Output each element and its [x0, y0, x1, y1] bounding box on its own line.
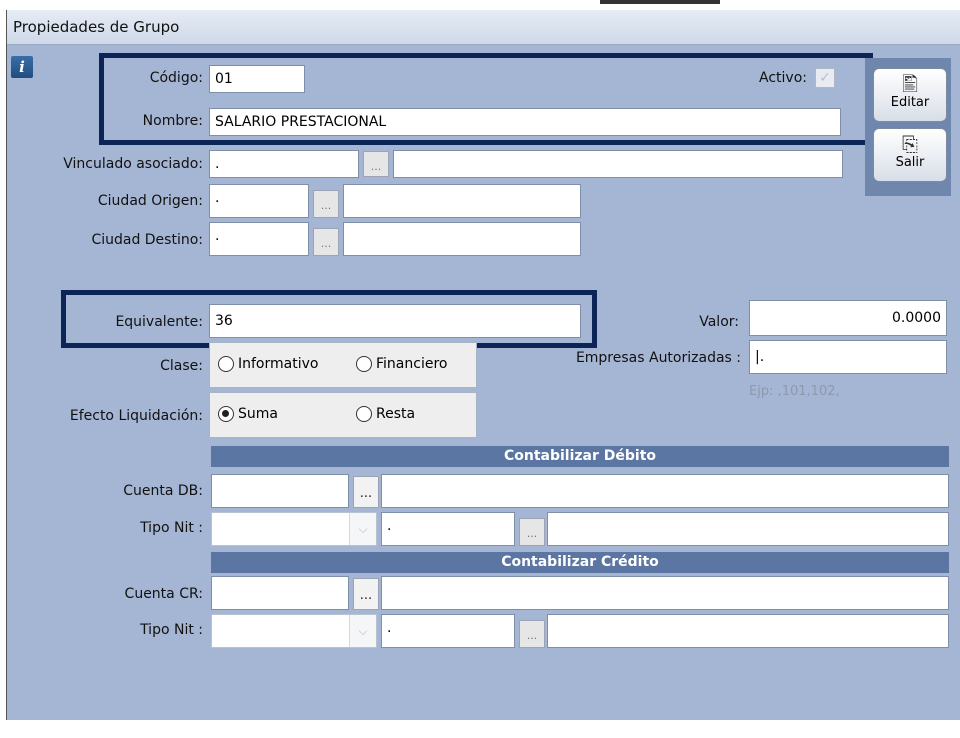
salir-button[interactable]: ⎘ Salir: [873, 128, 947, 182]
tipo-nit-cr-label: Tipo Nit :: [140, 622, 203, 638]
highlight-frame-top: [99, 53, 873, 145]
highlight-frame-equivalente: [61, 290, 597, 348]
chevron-down-icon[interactable]: ⌵: [349, 513, 376, 545]
radio-label: Informativo: [238, 356, 319, 372]
side-toolbar: 🖺 Editar ⎘ Salir: [865, 58, 951, 196]
efecto-suma-radio[interactable]: Suma: [218, 406, 278, 422]
editar-button[interactable]: 🖺 Editar: [873, 68, 947, 122]
cuenta-db-desc-field[interactable]: [381, 474, 949, 508]
efecto-radio-group: Suma Resta: [209, 392, 477, 438]
tipo-nit-db-desc-field[interactable]: [547, 512, 949, 546]
radio-circle-selected: [218, 406, 234, 422]
salir-label: Salir: [895, 155, 925, 170]
valor-label: Valor:: [699, 314, 739, 330]
credito-section-header: Contabilizar Crédito: [211, 552, 949, 573]
radio-label: Financiero: [376, 356, 448, 372]
ciudad-origen-label: Ciudad Origen:: [97, 193, 203, 209]
radio-label: Resta: [376, 406, 416, 422]
ciudad-destino-label: Ciudad Destino:: [91, 232, 203, 248]
vinculado-label: Vinculado asociado:: [63, 156, 203, 172]
ciudad-destino-lookup-button[interactable]: ...: [313, 228, 339, 256]
cuenta-db-field[interactable]: [211, 474, 349, 508]
chevron-down-icon[interactable]: ⌵: [349, 615, 376, 647]
tipo-nit-db-lookup-button[interactable]: ...: [519, 518, 545, 546]
vinculado-code-field[interactable]: .: [209, 150, 359, 178]
tipo-nit-cr-code-field[interactable]: .: [381, 614, 515, 648]
empresas-field[interactable]: |.: [749, 340, 947, 374]
edit-icon: 🖺: [901, 72, 919, 96]
radio-label: Suma: [238, 406, 278, 422]
cuenta-cr-desc-field[interactable]: [381, 576, 949, 610]
properties-window: Propiedades de Grupo i Código: 01 Activo…: [6, 10, 960, 720]
tipo-nit-db-combo[interactable]: ⌵: [211, 512, 377, 546]
exit-icon: ⎘: [902, 132, 918, 156]
ciudad-destino-desc-field[interactable]: [343, 222, 581, 256]
empresas-label: Empresas Autorizadas :: [575, 350, 741, 366]
info-icon[interactable]: i: [11, 56, 33, 78]
tipo-nit-db-code-field[interactable]: .: [381, 512, 515, 546]
radio-circle: [218, 356, 234, 372]
ciudad-origen-lookup-button[interactable]: ...: [313, 190, 339, 218]
debito-section-header: Contabilizar Débito: [211, 446, 949, 467]
efecto-label: Efecto Liquidación:: [69, 408, 203, 424]
radio-circle: [356, 406, 372, 422]
cuenta-cr-lookup-button[interactable]: ...: [353, 578, 379, 610]
vinculado-desc-field[interactable]: [393, 150, 843, 178]
tipo-nit-cr-desc-field[interactable]: [547, 614, 949, 648]
clase-radio-group: Informativo Financiero: [209, 342, 477, 388]
ciudad-origen-desc-field[interactable]: [343, 184, 581, 218]
tipo-nit-db-label: Tipo Nit :: [140, 520, 203, 536]
ciudad-destino-code-field[interactable]: .: [209, 222, 309, 256]
valor-field[interactable]: 0.0000: [749, 300, 947, 336]
editar-label: Editar: [890, 95, 930, 110]
vinculado-lookup-button[interactable]: ...: [363, 151, 389, 177]
tipo-nit-cr-lookup-button[interactable]: ...: [519, 620, 545, 648]
efecto-resta-radio[interactable]: Resta: [356, 406, 415, 422]
window-title: Propiedades de Grupo: [13, 18, 180, 36]
cuenta-db-lookup-button[interactable]: ...: [353, 476, 379, 508]
clase-financiero-radio[interactable]: Financiero: [356, 356, 447, 372]
clase-label: Clase:: [160, 358, 203, 374]
tipo-nit-cr-combo[interactable]: ⌵: [211, 614, 377, 648]
title-bar: Propiedades de Grupo: [7, 10, 960, 45]
ciudad-origen-code-field[interactable]: .: [209, 184, 309, 218]
cuenta-cr-field[interactable]: [211, 576, 349, 610]
cuenta-cr-label: Cuenta CR:: [124, 586, 203, 602]
cuenta-db-label: Cuenta DB:: [123, 483, 203, 499]
empresas-hint: Ejp: ,101,102,: [749, 384, 840, 399]
background-window-edge: [600, 0, 720, 4]
clase-informativo-radio[interactable]: Informativo: [218, 356, 318, 372]
radio-circle: [356, 356, 372, 372]
top-edge: [0, 0, 960, 10]
